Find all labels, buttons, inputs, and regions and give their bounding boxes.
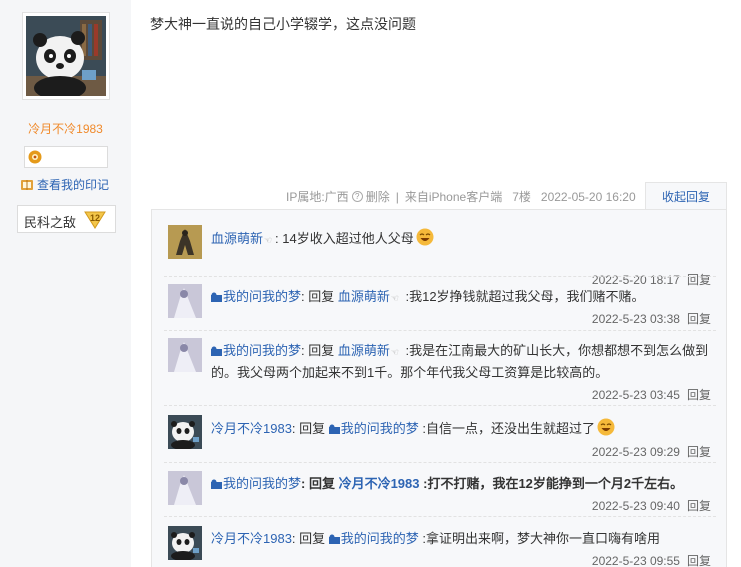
reply-prefix: : 回复 — [301, 343, 338, 358]
reply-avatar[interactable] — [168, 338, 202, 372]
reply-prefix: : 回复 — [301, 289, 338, 304]
reply-divider — [164, 516, 716, 517]
reply-username[interactable]: 我的问我的梦 — [223, 343, 301, 358]
post-time: 2022-05-20 16:20 — [540, 189, 636, 204]
client-source: 来自iPhone客户端 — [404, 190, 503, 204]
reply-target-user[interactable]: 血源萌新 — [338, 343, 390, 358]
laugh-emoji-icon — [597, 418, 615, 436]
reply-button[interactable]: 回复 — [687, 312, 711, 326]
reply-target-user[interactable]: 血源萌新 — [338, 289, 390, 304]
level-badge-icon: 12 — [84, 211, 106, 229]
reply-button[interactable]: 回复 — [687, 554, 711, 567]
vip-user-icon — [211, 479, 222, 489]
reply-target-user[interactable]: 我的问我的梦 — [341, 531, 419, 546]
reply-prefix: : 回复 — [301, 476, 339, 491]
reply-prefix: : 回复 — [291, 421, 329, 436]
reply-text: :我12岁挣钱就超过我父母，我们赌不赌。 — [401, 289, 645, 304]
phone-icon: ☜ — [390, 347, 399, 357]
floor-number: 7楼 — [512, 190, 531, 204]
reply-button[interactable]: 回复 — [687, 388, 711, 402]
reply-meta: 2022-5-23 03:45 回复 — [592, 386, 711, 403]
reply-text: :自信一点，还没出生就超过了 — [418, 421, 596, 436]
reply-body: 冷月不冷1983: 回复 我的问我的梦 :拿证明出来啊，梦大神你一直口嗨有啥用 — [211, 528, 711, 550]
reply-avatar[interactable] — [168, 415, 202, 449]
reply-time: 2022-5-23 09:29 — [591, 445, 680, 459]
author-name[interactable]: 冷月不冷1983 — [0, 120, 131, 137]
reply-text: :打不打赌，我在12岁能挣到一个月2千左右。 — [419, 476, 684, 491]
reply-button[interactable]: 回复 — [687, 499, 711, 513]
post-tail-info: IP属地:广西 ? 删除 | 来自iPhone客户端 7楼 2022-05-20… — [286, 188, 642, 205]
member-badge[interactable] — [24, 146, 108, 168]
vip-user-icon — [211, 292, 222, 302]
help-icon[interactable]: ? — [351, 191, 363, 202]
reply-avatar[interactable] — [168, 225, 202, 259]
reply-divider — [164, 276, 716, 277]
reply-time: 2022-5-23 09:40 — [591, 499, 680, 513]
reply-text: :拿证明出来啊，梦大神你一直口嗨有啥用 — [418, 531, 661, 546]
title-badge-label: 民科之敌 — [24, 215, 77, 230]
post-content: 梦大神一直说的自己小学辍学，这点没问题 — [150, 16, 416, 32]
phone-icon: ☜ — [390, 293, 399, 303]
author-sidebar: 冷月不冷1983 查看我的印记 民科之敌 12 — [0, 0, 131, 567]
reply-username[interactable]: 冷月不冷1983 — [211, 421, 292, 436]
reply-divider — [164, 330, 716, 331]
tail-divider: | — [395, 189, 399, 204]
panda-avatar-image — [26, 16, 106, 96]
reply-time: 2022-5-23 03:38 — [591, 312, 680, 326]
reply-divider — [164, 405, 716, 406]
collapse-replies-button[interactable]: 收起回复 — [645, 182, 727, 210]
reply-body: 我的问我的梦: 回复 血源萌新☜ :我是在江南最大的矿山长大，你想都想不到怎么做… — [211, 340, 711, 384]
reply-avatar[interactable] — [168, 526, 202, 560]
reply-body: 我的问我的梦: 回复 血源萌新☜ :我12岁挣钱就超过我父母，我们赌不赌。 — [211, 286, 711, 308]
reply-username[interactable]: 冷月不冷1983 — [211, 531, 292, 546]
vip-user-icon — [328, 424, 340, 434]
reply-body: 血源萌新☜: 14岁收入超过他人父母 — [211, 228, 711, 250]
replies-panel: 血源萌新☜: 14岁收入超过他人父母 2022-5-20 18:17 回复 我的问… — [151, 209, 727, 567]
reply-button[interactable]: 回复 — [687, 445, 711, 459]
reply-time: 2022-5-23 09:55 — [591, 554, 680, 567]
reply-username[interactable]: 血源萌新 — [211, 231, 263, 246]
vip-user-icon — [328, 534, 340, 544]
reply-meta: 2022-5-23 03:38 回复 — [592, 310, 711, 327]
post-page: 冷月不冷1983 查看我的印记 民科之敌 12 梦大神一直说的自己小学辍学，这点… — [0, 0, 741, 567]
view-my-marks-link[interactable]: 查看我的印记 — [20, 176, 109, 193]
ip-location: IP属地:广西 — [286, 190, 349, 204]
reply-target-user[interactable]: 我的问我的梦 — [341, 421, 419, 436]
vip-user-icon — [211, 346, 222, 356]
book-icon — [21, 179, 33, 190]
reply-meta: 2022-5-23 09:55 回复 — [592, 552, 711, 567]
delete-link[interactable]: 删除 — [366, 188, 390, 205]
reply-meta: 2022-5-23 09:40 回复 — [592, 497, 711, 514]
reply-time: 2022-5-23 03:45 — [591, 388, 680, 402]
forum-title-badge[interactable]: 民科之敌 12 — [17, 205, 116, 233]
reply-body: 我的问我的梦: 回复 冷月不冷1983 :打不打赌，我在12岁能挣到一个月2千左… — [211, 473, 711, 495]
reply-body: 冷月不冷1983: 回复 我的问我的梦 :自信一点，还没出生就超过了 — [211, 418, 711, 440]
laugh-emoji-icon — [416, 228, 434, 246]
reply-divider — [164, 462, 716, 463]
reply-meta: 2022-5-23 09:29 回复 — [592, 443, 711, 460]
level-number: 12 — [90, 213, 100, 223]
phone-icon: ☜ — [264, 235, 273, 245]
reply-avatar[interactable] — [168, 471, 202, 505]
reply-target-user[interactable]: 冷月不冷1983 — [339, 476, 420, 491]
reply-avatar[interactable] — [168, 284, 202, 318]
reply-text: : 14岁收入超过他人父母 — [275, 231, 414, 246]
view-my-marks-label: 查看我的印记 — [37, 178, 110, 192]
author-avatar[interactable] — [22, 12, 110, 100]
reply-username[interactable]: 我的问我的梦 — [223, 476, 301, 491]
sun-badge-icon — [28, 150, 42, 164]
reply-username[interactable]: 我的问我的梦 — [223, 289, 301, 304]
reply-prefix: : 回复 — [291, 531, 329, 546]
